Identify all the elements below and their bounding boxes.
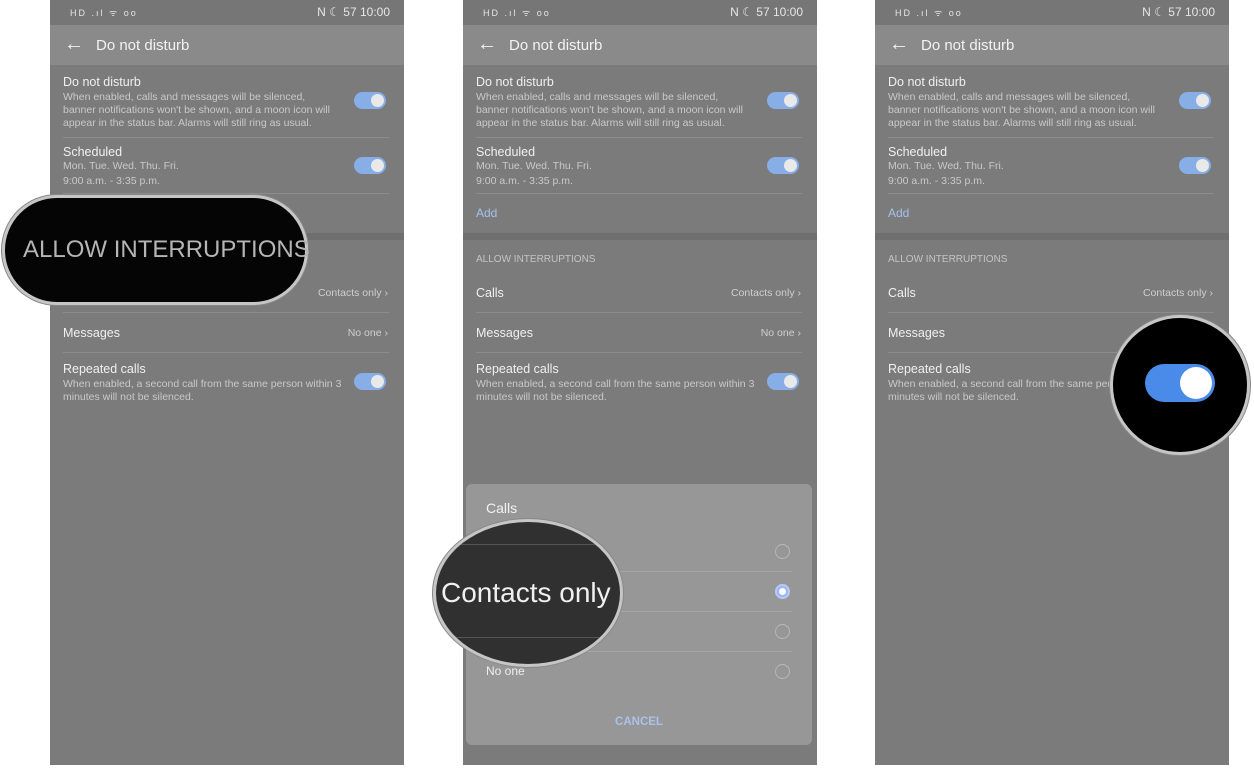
app-header: ← Do not disturb: [50, 25, 404, 65]
scheduled-days: Mon. Tue. Wed. Thu. Fri.: [63, 160, 179, 172]
chevron-right-icon: ›: [794, 287, 801, 299]
magnifier-allow-interruptions: ALLOW INTERRUPTIONS: [2, 195, 310, 305]
calls-value: Contacts only ›: [317, 287, 388, 299]
messages-value: No one ›: [760, 327, 801, 339]
scheduled-toggle[interactable]: [354, 157, 386, 174]
section-header: ALLOW INTERRUPTIONS: [888, 254, 1008, 265]
repeated-calls-toggle[interactable]: [767, 373, 799, 390]
scheduled-time: 9:00 a.m. - 3:35 p.m.: [63, 175, 160, 187]
dnd-description: When enabled, calls and messages will be…: [63, 91, 330, 129]
section-header: ALLOW INTERRUPTIONS: [476, 254, 596, 265]
app-header: ← Do not disturb: [463, 25, 817, 65]
clock: 10:00: [359, 5, 390, 19]
add-schedule-button[interactable]: Add: [888, 206, 909, 220]
page-title: Do not disturb: [509, 37, 603, 54]
repeated-calls-description: When enabled, a second call from the sam…: [63, 378, 342, 403]
page-title: Do not disturb: [921, 37, 1015, 54]
dnd-toggle[interactable]: [767, 92, 799, 109]
repeated-calls-toggle[interactable]: [354, 373, 386, 390]
calls-title: Calls: [888, 286, 916, 300]
calls-value: Contacts only ›: [730, 287, 801, 299]
status-bar: HD .ıl ᯤ oo N ☾ 57 10:00: [50, 0, 404, 25]
messages-title: Messages: [888, 326, 945, 340]
chevron-right-icon: ›: [381, 287, 388, 299]
magnifier-toggle: [1110, 315, 1250, 455]
dnd-description: When enabled, calls and messages will be…: [888, 91, 1155, 129]
repeated-calls-title: Repeated calls: [888, 362, 971, 376]
page-title: Do not disturb: [96, 37, 190, 54]
divider: [476, 352, 802, 353]
divider: [476, 193, 802, 194]
scheduled-toggle[interactable]: [767, 157, 799, 174]
chevron-right-icon: ›: [381, 327, 388, 339]
scheduled-toggle[interactable]: [1179, 157, 1211, 174]
scheduled-title: Scheduled: [476, 145, 536, 159]
radio-button[interactable]: [775, 584, 790, 599]
add-schedule-button[interactable]: Add: [476, 206, 497, 220]
status-bar: HD .ıl ᯤ oo N ☾ 57 10:00: [463, 0, 817, 25]
arrow-left-icon[interactable]: ←: [64, 33, 84, 56]
repeated-calls-description: When enabled, a second call from the sam…: [476, 378, 755, 403]
divider: [476, 137, 802, 138]
scheduled-title: Scheduled: [888, 145, 948, 159]
clock: 10:00: [1184, 5, 1215, 19]
dnd-description: When enabled, calls and messages will be…: [476, 91, 743, 129]
repeated-calls-toggle-zoomed: [1145, 364, 1215, 402]
divider: [888, 193, 1214, 194]
scheduled-time: 9:00 a.m. - 3:35 p.m.: [888, 175, 985, 187]
status-left-icons: HD .ıl ᯤ oo: [483, 8, 551, 18]
status-right-icons: N ☾ 57: [1142, 5, 1182, 19]
divider: [476, 312, 802, 313]
chevron-right-icon: ›: [794, 327, 801, 339]
app-header: ← Do not disturb: [875, 25, 1229, 65]
messages-title: Messages: [63, 326, 120, 340]
messages-value: No one ›: [347, 327, 388, 339]
messages-row[interactable]: Messages: [63, 326, 389, 340]
dnd-toggle[interactable]: [354, 92, 386, 109]
divider: [63, 312, 389, 313]
divider: [63, 352, 389, 353]
magnifier-contacts-only: Contacts only: [433, 519, 623, 667]
chevron-right-icon: ›: [1206, 287, 1213, 299]
messages-row[interactable]: Messages: [476, 326, 802, 340]
scheduled-title: Scheduled: [63, 145, 123, 159]
messages-title: Messages: [476, 326, 533, 340]
radio-button[interactable]: [775, 664, 790, 679]
divider: [63, 193, 389, 194]
scheduled-time: 9:00 a.m. - 3:35 p.m.: [476, 175, 573, 187]
radio-button[interactable]: [775, 624, 790, 639]
cancel-button[interactable]: CANCEL: [466, 716, 812, 728]
divider: [888, 312, 1214, 313]
dnd-title: Do not disturb: [888, 75, 966, 89]
radio-button[interactable]: [775, 544, 790, 559]
divider: [63, 137, 389, 138]
dnd-title: Do not disturb: [63, 75, 141, 89]
repeated-calls-title: Repeated calls: [63, 362, 146, 376]
dnd-toggle[interactable]: [1179, 92, 1211, 109]
calls-title: Calls: [476, 286, 504, 300]
section-separator: [463, 233, 817, 240]
status-left-icons: HD .ıl ᯤ oo: [70, 8, 138, 18]
dialog-title: Calls: [486, 500, 518, 516]
clock: 10:00: [772, 5, 803, 19]
toggle-knob: [1180, 367, 1212, 399]
arrow-left-icon[interactable]: ←: [889, 33, 909, 56]
status-bar: HD .ıl ᯤ oo N ☾ 57 10:00: [875, 0, 1229, 25]
section-separator: [875, 233, 1229, 240]
phone-screen-1: HD .ıl ᯤ oo N ☾ 57 10:00 ← Do not distur…: [50, 0, 404, 765]
repeated-calls-title: Repeated calls: [476, 362, 559, 376]
divider: [888, 137, 1214, 138]
status-right-icons: N ☾ 57: [730, 5, 770, 19]
scheduled-days: Mon. Tue. Wed. Thu. Fri.: [476, 160, 592, 172]
calls-value: Contacts only ›: [1142, 287, 1213, 299]
status-left-icons: HD .ıl ᯤ oo: [895, 8, 963, 18]
status-right-icons: N ☾ 57: [317, 5, 357, 19]
arrow-left-icon[interactable]: ←: [477, 33, 497, 56]
dnd-title: Do not disturb: [476, 75, 554, 89]
scheduled-days: Mon. Tue. Wed. Thu. Fri.: [888, 160, 1004, 172]
